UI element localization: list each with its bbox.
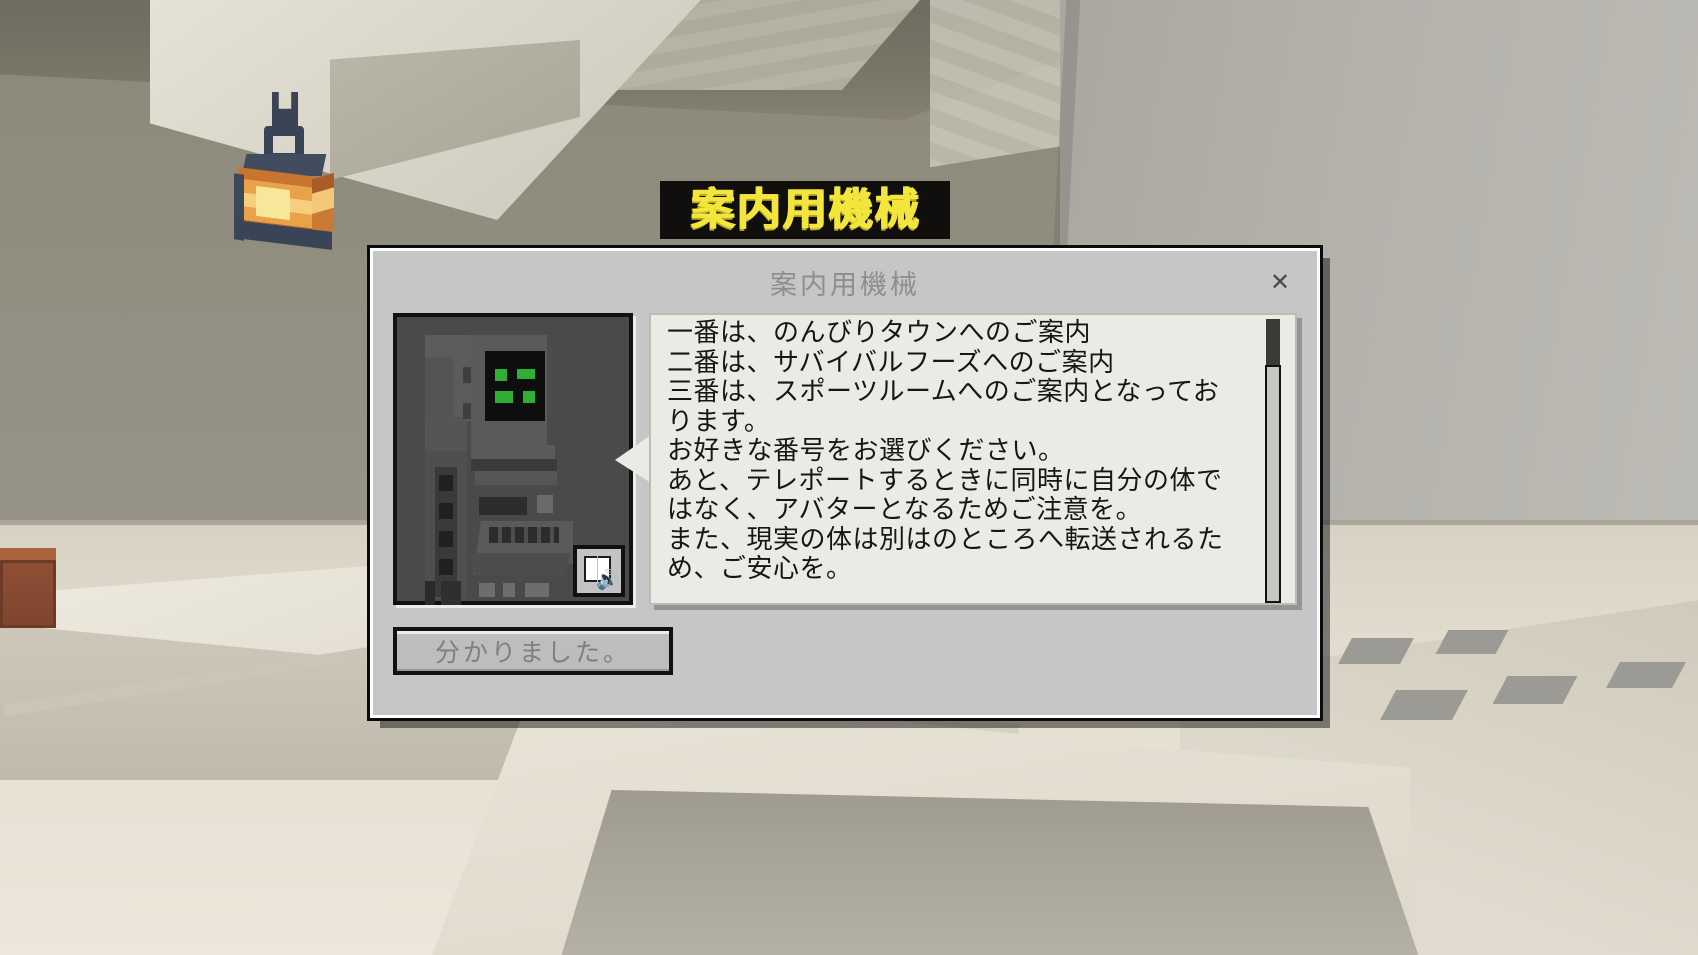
lantern-icon (228, 92, 334, 250)
chute-dash (439, 475, 453, 491)
dialogue-line: 三番は、スポーツルームへのご案内となってお (667, 377, 1220, 407)
close-icon[interactable]: ✕ (1265, 267, 1295, 297)
screen-led (523, 391, 535, 403)
machine-light-bar (475, 471, 557, 485)
screen-led (517, 369, 535, 379)
book-page-left (584, 556, 597, 582)
machine-key (479, 583, 495, 597)
floor-recess (560, 790, 1420, 955)
book-speaker-icon[interactable]: 🔊 (573, 545, 625, 597)
floor-tile (1606, 662, 1686, 688)
dialogue-line: お好きな番号をお選びください。 (667, 436, 1065, 466)
floor-tile (1492, 676, 1578, 704)
floor-tile (1435, 630, 1509, 654)
dialogue-scrollbar[interactable] (1265, 319, 1281, 603)
machine-button (537, 495, 553, 513)
dialog-body: 🔊 一番は、のんびりタウンへのご案内 二番は、サバイバルフーズへのご案内 三番は… (373, 313, 1317, 605)
machine-left-joint (425, 417, 467, 451)
dialog-titlebar: 案内用機械 ✕ (373, 251, 1317, 313)
speech-bubble: 一番は、のんびりタウンへのご案内 二番は、サバイバルフーズへのご案内 三番は、ス… (649, 313, 1297, 605)
dialogue-line: あと、テレポートするときに同時に自分の体で (667, 465, 1223, 496)
dialogue-line: め、ご安心を。 (667, 554, 853, 584)
book-glyph: 🔊 (582, 556, 620, 590)
machine-nub (463, 403, 471, 419)
chute-dash (439, 503, 453, 519)
wall-sign-text: 案内用機械 (690, 184, 920, 235)
terracotta-block (0, 560, 56, 628)
acknowledge-button[interactable]: 分かりました。 (393, 627, 673, 675)
machine-slot (479, 497, 527, 515)
machine-key (503, 583, 515, 597)
speaker-icon: 🔊 (596, 569, 620, 591)
dialogue-line: 一番は、のんびりタウンへのご案内 (667, 318, 1092, 348)
machine-nub (463, 367, 471, 383)
speech-bubble-wrapper: 一番は、のんびりタウンへのご案内 二番は、サバイバルフーズへのご案内 三番は、ス… (615, 313, 1297, 605)
scrollbar-thumb[interactable] (1266, 319, 1280, 365)
machine-foot-left (425, 581, 435, 605)
machine-keyboard-grill (489, 527, 559, 543)
dialogue-line: ります。 (667, 406, 771, 437)
acknowledge-button-label: 分かりました。 (434, 638, 631, 667)
screen-led (495, 369, 507, 381)
dialogue-line: また、現実の体は別はのところへ転送されるた (667, 524, 1224, 555)
lantern-light-core (256, 185, 290, 221)
dialog-actions: 分かりました。 (373, 605, 1317, 675)
machine-tray-lower (469, 553, 571, 575)
scrollbar-track[interactable] (1265, 365, 1281, 603)
screen-led (495, 391, 513, 403)
chute-dash (439, 559, 453, 575)
machine-foot-right (441, 581, 461, 605)
machine-head-side (547, 335, 557, 445)
machine-dark-bar (471, 459, 557, 471)
chute-dash (439, 531, 453, 547)
machine-portrait: 🔊 (393, 313, 633, 605)
lantern-side-face (312, 172, 334, 238)
machine-screen (485, 351, 545, 421)
wall-sign: 案内用機械 (660, 181, 950, 239)
dialogue-line: はなく、アバターとなるためご注意を。 (667, 495, 1143, 525)
machine-left-column-inner (425, 357, 453, 421)
dialog-title: 案内用機械 (770, 269, 920, 301)
guide-machine-dialog: 案内用機械 ✕ 🔊 一番は、のんびりタウンへのご案内 二番は、サバイバルフーズへ… (367, 245, 1323, 721)
machine-key (525, 583, 549, 597)
dialogue-line: 二番は、サバイバルフーズへのご案内 (667, 347, 1115, 378)
